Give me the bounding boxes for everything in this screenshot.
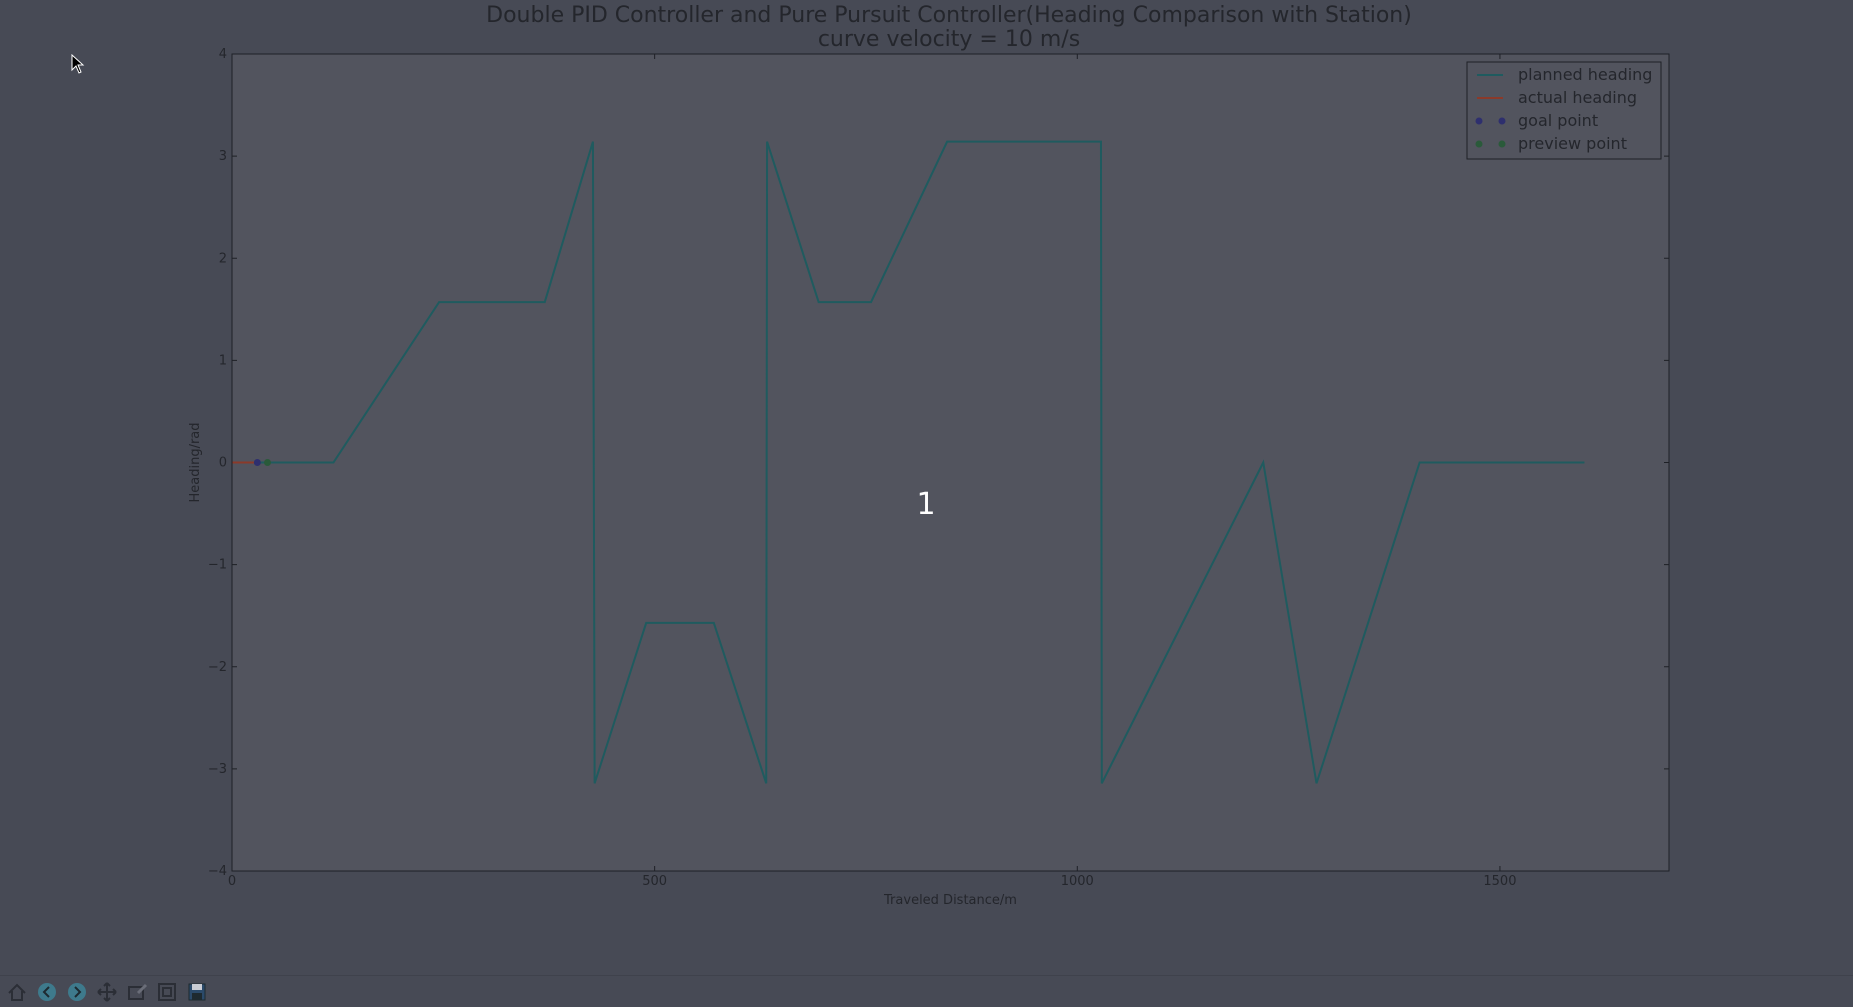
x-tick-label: 1500 bbox=[1483, 874, 1516, 889]
back-button[interactable] bbox=[33, 978, 61, 1006]
y-tick-label: 0 bbox=[219, 456, 227, 471]
y-tick-label: −2 bbox=[208, 660, 227, 675]
y-tick-label: 2 bbox=[219, 251, 227, 266]
configure-subplots-icon bbox=[158, 982, 176, 1001]
y-tick-label: −3 bbox=[208, 762, 227, 777]
legend: planned heading actual heading goal point p… bbox=[1466, 61, 1662, 160]
home-icon bbox=[8, 983, 26, 1001]
zoom-button[interactable] bbox=[123, 978, 151, 1006]
y-axis-label: Heading/rad bbox=[188, 422, 203, 502]
chart-canvas: 0 500 1000 1500 4 3 2 1 0 −1 −2 −3 −4 Traveled Dista… bbox=[188, 47, 1670, 908]
home-button[interactable] bbox=[3, 978, 31, 1006]
save-icon bbox=[188, 983, 206, 1000]
pan-button[interactable] bbox=[93, 978, 121, 1006]
legend-point-swatch bbox=[1498, 140, 1506, 148]
legend-point-swatch bbox=[1475, 117, 1483, 125]
y-tick-label: 1 bbox=[219, 353, 227, 368]
forward-button[interactable] bbox=[63, 978, 91, 1006]
center-annotation: 1 bbox=[916, 487, 935, 522]
x-tick-label: 500 bbox=[642, 874, 667, 889]
x-axis-label: Traveled Distance/m bbox=[883, 893, 1017, 908]
back-icon bbox=[38, 982, 56, 1001]
save-button[interactable] bbox=[183, 978, 211, 1006]
y-tick-label: 4 bbox=[219, 47, 227, 62]
zoom-icon bbox=[128, 983, 148, 1000]
legend-label: goal point bbox=[1518, 111, 1598, 130]
forward-icon bbox=[68, 982, 86, 1001]
legend-label: preview point bbox=[1518, 134, 1627, 153]
point-goal-point bbox=[253, 459, 261, 466]
configure-subplots-button[interactable] bbox=[153, 978, 181, 1006]
x-tick-label: 0 bbox=[228, 874, 236, 889]
legend-point-swatch bbox=[1475, 140, 1483, 148]
y-tick-label: 3 bbox=[219, 149, 227, 164]
x-tick-label: 1000 bbox=[1061, 874, 1094, 889]
legend-point-swatch bbox=[1498, 117, 1506, 125]
y-tick-label: −1 bbox=[208, 558, 227, 573]
y-tick-label: −4 bbox=[208, 864, 227, 879]
pan-icon bbox=[97, 981, 117, 1002]
legend-label: actual heading bbox=[1518, 88, 1637, 107]
legend-label: planned heading bbox=[1518, 65, 1652, 84]
point-preview-point bbox=[264, 459, 272, 466]
mouse-cursor-icon bbox=[71, 54, 85, 74]
navigation-toolbar bbox=[0, 975, 1853, 1007]
